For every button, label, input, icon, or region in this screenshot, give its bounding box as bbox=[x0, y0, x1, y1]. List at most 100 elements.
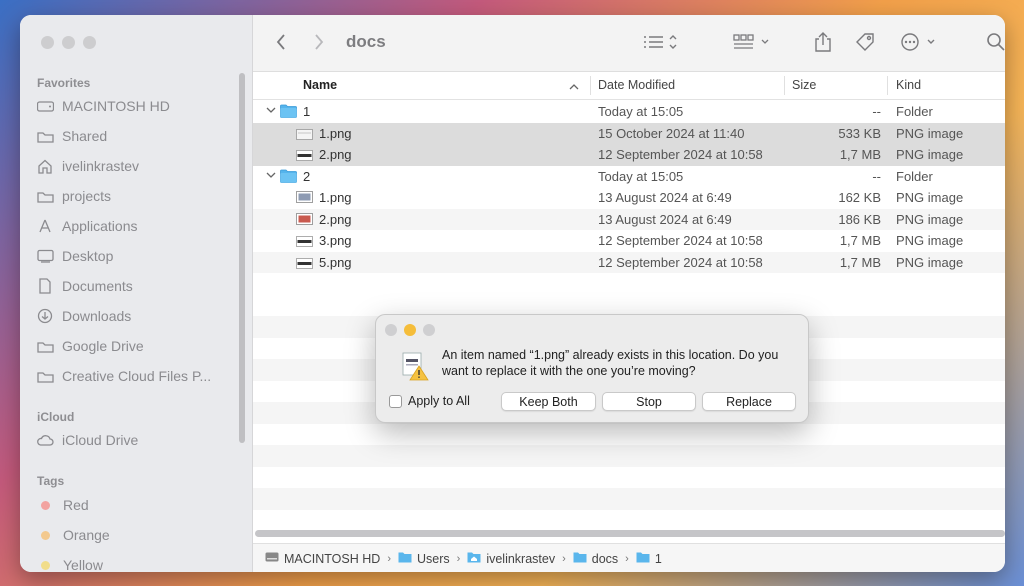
apply-to-all-checkbox[interactable]: Apply to All bbox=[389, 394, 470, 408]
sidebar-item-projects[interactable]: projects bbox=[36, 185, 111, 207]
more-icon[interactable] bbox=[900, 31, 940, 53]
file-kind: PNG image bbox=[896, 125, 964, 141]
sidebar-item-home[interactable]: ivelinkrastev bbox=[36, 155, 139, 177]
folder-icon bbox=[636, 551, 650, 566]
file-kind: PNG image bbox=[896, 233, 964, 248]
file-size: -- bbox=[872, 168, 881, 184]
dialog-minimize-button[interactable] bbox=[404, 324, 416, 336]
yellow-tag-dot-icon bbox=[41, 560, 50, 570]
close-button[interactable] bbox=[41, 36, 54, 49]
dialog-zoom-button[interactable] bbox=[423, 324, 435, 336]
sidebar-item-shared[interactable]: Shared bbox=[36, 125, 107, 147]
path-segment[interactable]: 1 bbox=[636, 551, 662, 566]
disclosure-chevron-icon[interactable] bbox=[266, 170, 276, 180]
sidebar-item-icloud-drive[interactable]: iCloud Drive bbox=[36, 429, 138, 451]
file-name: 1 bbox=[303, 104, 311, 119]
folder-icon bbox=[573, 551, 587, 566]
warning-file-icon bbox=[400, 351, 430, 381]
folder-icon bbox=[36, 188, 54, 204]
sidebar-item-label: Creative Cloud Files P... bbox=[62, 368, 212, 384]
sidebar-tag-yellow[interactable]: Yellow bbox=[36, 554, 103, 572]
path-segment[interactable]: ivelinkrastev bbox=[467, 551, 555, 566]
sidebar-item-applications[interactable]: Applications bbox=[36, 215, 138, 237]
path-segment[interactable]: docs bbox=[573, 551, 618, 566]
chevron-right-icon: › bbox=[456, 552, 461, 565]
sidebar-item-creative-cloud[interactable]: Creative Cloud Files P... bbox=[36, 365, 211, 387]
sidebar-item-label: projects bbox=[62, 188, 112, 204]
image-thumbnail-icon bbox=[296, 257, 313, 272]
sidebar-item-google-drive[interactable]: Google Drive bbox=[36, 335, 144, 357]
table-row[interactable]: 3.png 12 September 2024 at 10:58 1,7 MB … bbox=[253, 230, 1005, 252]
file-size: 533 KB bbox=[838, 125, 881, 141]
stop-button[interactable]: Stop bbox=[602, 392, 696, 411]
sidebar-item-label: Google Drive bbox=[62, 338, 144, 354]
table-row[interactable]: 1 Today at 15:05 -- Folder bbox=[253, 101, 1005, 123]
chevron-right-icon: › bbox=[625, 552, 629, 565]
path-segment[interactable]: MACINTOSH HD bbox=[265, 551, 380, 566]
empty-row bbox=[253, 445, 1005, 467]
desktop-icon bbox=[36, 248, 54, 264]
tag-label: Yellow bbox=[63, 557, 103, 572]
window-title: docs bbox=[346, 32, 386, 51]
column-name[interactable]: Name bbox=[303, 78, 337, 92]
file-date: 12 September 2024 at 10:58 bbox=[598, 147, 763, 162]
table-row[interactable]: 1.png 15 October 2024 at 11:40 533 KB PN… bbox=[253, 122, 1005, 144]
sidebar-scrollbar[interactable] bbox=[239, 73, 245, 443]
tag-icon[interactable] bbox=[855, 31, 875, 53]
zoom-button[interactable] bbox=[83, 36, 96, 49]
sidebar-tag-orange[interactable]: Orange bbox=[36, 524, 110, 546]
file-date: 13 August 2024 at 6:49 bbox=[598, 190, 732, 205]
table-row[interactable]: 5.png 12 September 2024 at 10:58 1,7 MB … bbox=[253, 251, 1005, 273]
path-segment[interactable]: Users bbox=[398, 551, 450, 566]
group-icon[interactable] bbox=[733, 31, 773, 53]
sidebar-item-downloads[interactable]: Downloads bbox=[36, 305, 131, 327]
dialog-message: An item named “1.png” already exists in … bbox=[442, 348, 779, 378]
sort-ascending-icon[interactable] bbox=[569, 80, 579, 94]
orange-tag-dot-icon bbox=[41, 530, 50, 540]
sidebar-item-macintosh-hd[interactable]: MACINTOSH HD bbox=[36, 95, 170, 117]
sidebar-item-documents[interactable]: Documents bbox=[36, 275, 133, 297]
folder-icon bbox=[36, 128, 54, 144]
column-date-modified[interactable]: Date Modified bbox=[598, 78, 675, 92]
file-date: Today at 15:05 bbox=[598, 104, 684, 119]
image-thumbnail-icon bbox=[296, 149, 313, 164]
home-icon bbox=[36, 158, 54, 174]
folder-icon bbox=[280, 169, 297, 186]
home-folder-icon bbox=[467, 551, 481, 566]
sidebar-item-label: Applications bbox=[62, 218, 138, 234]
path-label: 1 bbox=[654, 551, 662, 566]
checkbox-box[interactable] bbox=[389, 394, 402, 408]
file-size: 1,7 MB bbox=[839, 254, 881, 270]
path-label: Users bbox=[416, 551, 450, 566]
file-kind: Folder bbox=[896, 104, 933, 119]
column-size[interactable]: Size bbox=[792, 78, 816, 92]
table-row[interactable]: 2.png 13 August 2024 at 6:49 186 KB PNG … bbox=[253, 208, 1005, 230]
back-icon[interactable] bbox=[275, 31, 287, 53]
sidebar-item-desktop[interactable]: Desktop bbox=[36, 245, 113, 267]
toolbar: docs bbox=[253, 15, 1005, 72]
forward-icon[interactable] bbox=[313, 31, 325, 53]
file-name: 1.png bbox=[319, 125, 352, 141]
disclosure-chevron-icon[interactable] bbox=[266, 105, 276, 115]
sidebar-tag-red[interactable]: Red bbox=[36, 494, 89, 516]
table-row[interactable]: 2 Today at 15:05 -- Folder bbox=[253, 166, 1005, 188]
minimize-button[interactable] bbox=[62, 36, 75, 49]
file-name: 3.png bbox=[319, 233, 352, 248]
sidebar-item-label: Documents bbox=[62, 278, 133, 294]
path-label: ivelinkrastev bbox=[486, 551, 556, 566]
cloud-icon bbox=[36, 432, 54, 448]
list-view-icon[interactable] bbox=[643, 31, 683, 53]
dialog-close-button[interactable] bbox=[385, 324, 397, 336]
replace-button[interactable]: Replace bbox=[702, 392, 796, 411]
sidebar-item-label: Desktop bbox=[62, 248, 114, 264]
horizontal-scrollbar[interactable] bbox=[255, 530, 1005, 537]
tags-header: Tags bbox=[37, 474, 65, 488]
search-icon[interactable] bbox=[986, 31, 1005, 53]
file-name: 2.png bbox=[319, 147, 352, 162]
file-kind: PNG image bbox=[896, 190, 964, 205]
column-kind[interactable]: Kind bbox=[896, 78, 921, 92]
share-icon[interactable] bbox=[814, 31, 832, 53]
keep-both-button[interactable]: Keep Both bbox=[501, 392, 596, 411]
table-row[interactable]: 2.png 12 September 2024 at 10:58 1,7 MB … bbox=[253, 144, 1005, 166]
table-row[interactable]: 1.png 13 August 2024 at 6:49 162 KB PNG … bbox=[253, 187, 1005, 209]
